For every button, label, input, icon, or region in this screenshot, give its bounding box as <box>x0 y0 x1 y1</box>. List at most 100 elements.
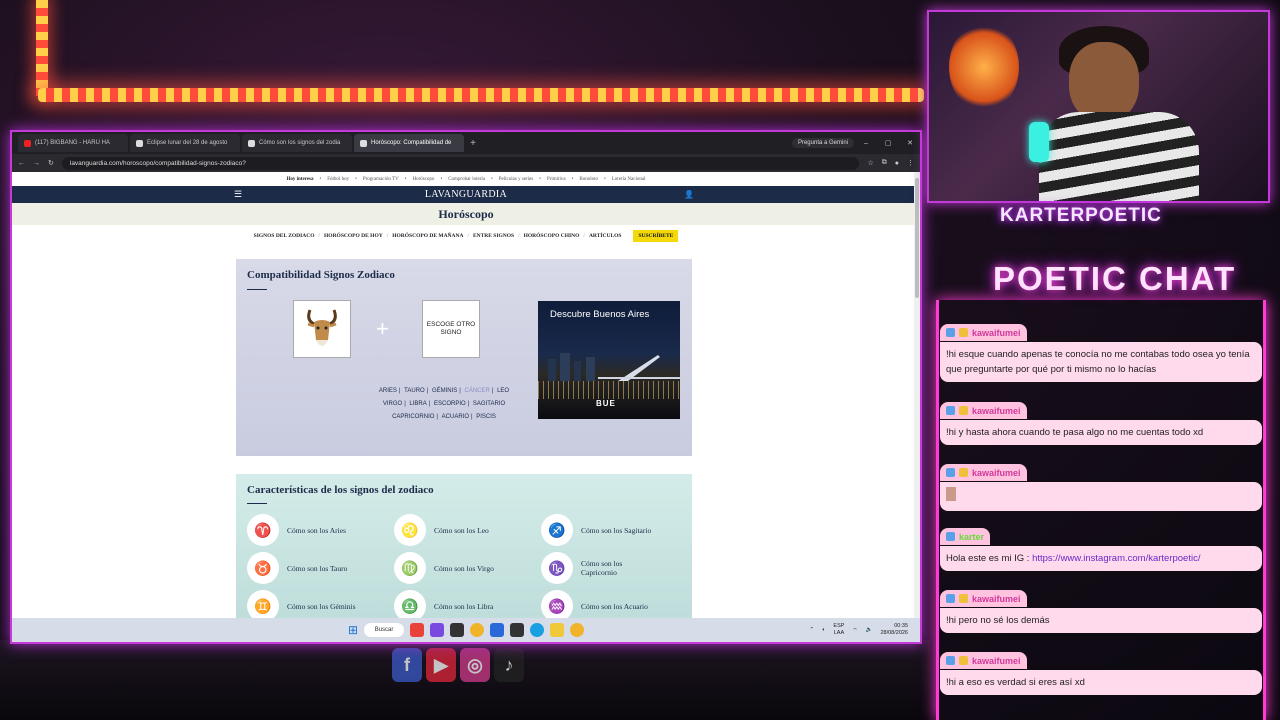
virgo-link[interactable]: ♍ Cómo son los Virgo <box>394 552 544 584</box>
trending-link[interactable]: Comprobar lotería <box>448 177 485 182</box>
sagitario-link[interactable]: ♐ Cómo son los Sagitario <box>541 514 691 546</box>
minimize-button[interactable]: – <box>856 140 876 147</box>
subnav-link[interactable]: HORÓSCOPO CHINO <box>524 233 580 239</box>
page-scrollbar[interactable] <box>914 172 920 620</box>
tab-label: Horóscopo: Compatibilidad de <box>371 140 452 146</box>
libra-link[interactable]: ♎ Cómo son los Libra <box>394 590 544 620</box>
geminis-link[interactable]: ♊ Cómo son los Géminis <box>247 590 397 620</box>
tab-signos[interactable]: Cómo son los signos del zodia <box>242 134 352 152</box>
file-explorer-icon[interactable] <box>550 623 565 637</box>
trending-link[interactable]: Lotería Nacional <box>612 177 646 182</box>
sign-option-capricornio[interactable]: CAPRICORNIO <box>392 414 434 420</box>
forward-icon[interactable]: → <box>33 160 40 167</box>
trending-link[interactable]: Primitiva <box>547 177 566 182</box>
trending-link[interactable]: Fútbol hoy <box>327 177 349 182</box>
username-text: kawaifumei <box>972 655 1021 666</box>
subnav-link[interactable]: HORÓSCOPO DE HOY <box>324 233 383 239</box>
chrome-icon[interactable] <box>570 623 585 637</box>
reload-icon[interactable]: ↻ <box>48 159 54 167</box>
clock-date: 28/08/2026 <box>880 630 908 636</box>
microphone <box>1029 122 1049 162</box>
chevron-up-icon[interactable]: ⌃ <box>809 627 814 633</box>
emote-icon <box>946 487 956 501</box>
site-logo[interactable]: LAVANGUARDIA <box>425 189 507 200</box>
menu-dots-icon[interactable]: ⋮ <box>907 159 914 167</box>
sign-option-tauro[interactable]: TAURO <box>404 388 425 394</box>
buenos-aires-ad[interactable]: Descubre Buenos Aires BUE <box>538 301 680 419</box>
scrollbar-thumb[interactable] <box>915 178 919 298</box>
taskbar-app-icon[interactable] <box>410 623 425 637</box>
sign-option-leo[interactable]: LEO <box>497 388 509 394</box>
tab-eclipse[interactable]: Eclipse lunar del 28 de agosto <box>130 134 240 152</box>
trending-link[interactable]: Bonoloto <box>579 177 598 182</box>
clock-time: 00:35 <box>894 623 908 629</box>
subscribe-button[interactable]: SUSCRÍBETE <box>633 230 679 242</box>
sign-option-libra[interactable]: LIBRA <box>409 401 426 407</box>
badge-icon <box>959 328 968 337</box>
subnav-link[interactable]: HORÓSCOPO DE MAÑANA <box>392 233 463 239</box>
aries-icon: ♈ <box>247 514 279 546</box>
trending-link[interactable]: Programación TV <box>363 177 399 182</box>
tab-bar: (117) BIGBANG - HARU HA Eclipse lunar de… <box>12 132 920 154</box>
volume-icon[interactable]: 🔈 <box>866 627 873 633</box>
leo-link[interactable]: ♌ Cómo son los Leo <box>394 514 544 546</box>
acuario-icon: ♒ <box>541 590 573 620</box>
url-field[interactable]: lavanguardia.com/horoscopo/compatibilida… <box>61 156 860 170</box>
sign-option-acuario[interactable]: ACUARIO <box>442 414 469 420</box>
taskbar-app-icon[interactable] <box>450 623 465 637</box>
username-text: kawaifumei <box>972 327 1021 338</box>
close-button[interactable]: ✕ <box>900 139 920 147</box>
acuario-link[interactable]: ♒ Cómo son los Acuario <box>541 590 691 620</box>
new-tab-button[interactable]: + <box>466 138 480 149</box>
username-text: kawaifumei <box>972 467 1021 478</box>
sign-option-piscis[interactable]: PISCIS <box>476 414 496 420</box>
wifi-icon[interactable]: ⌔ <box>852 627 857 634</box>
sign-option-cancer[interactable]: CÁNCER <box>465 388 490 394</box>
edge-icon[interactable] <box>530 623 545 637</box>
language-indicator[interactable]: ESP LAA <box>833 623 844 637</box>
taskbar-search[interactable]: Buscar <box>364 623 405 637</box>
vanguardia-favicon-icon <box>136 139 143 147</box>
profile-icon[interactable]: ● <box>895 160 899 167</box>
sign-option-escorpio[interactable]: ESCORPIO <box>434 401 466 407</box>
gemini-button[interactable]: Pregunta a Gemini <box>791 138 854 148</box>
user-account-icon[interactable]: 👤 <box>684 190 694 199</box>
libra-icon: ♎ <box>394 590 426 620</box>
instagram-link[interactable]: https://www.instagram.com/karterpoetic/ <box>1032 553 1200 564</box>
trending-link[interactable]: Horóscopo <box>412 177 434 182</box>
chrome-icon[interactable] <box>470 623 485 637</box>
maximize-button[interactable]: ▢ <box>878 139 898 147</box>
back-icon[interactable]: ← <box>18 160 25 167</box>
taskbar-app-icon[interactable] <box>430 623 445 637</box>
subnav-link[interactable]: SIGNOS DEL ZODIACO <box>254 233 315 239</box>
hamburger-menu-icon[interactable]: ☰ <box>234 189 242 200</box>
tray-app-icon[interactable]: ◐ <box>822 627 825 633</box>
bookmark-star-icon[interactable]: ☆ <box>867 159 873 167</box>
username-text: kawaifumei <box>972 405 1021 416</box>
clock[interactable]: 00:35 28/08/2026 <box>880 623 908 637</box>
choose-sign-card[interactable]: ESCOGE OTRO SIGNO <box>422 300 480 358</box>
tauro-link[interactable]: ♉ Cómo son los Tauro <box>247 552 397 584</box>
section-title[interactable]: Horóscopo <box>12 203 920 225</box>
trending-link[interactable]: Películas y series <box>499 177 533 182</box>
facebook-icon: f <box>392 648 422 682</box>
sign-option-sagitario[interactable]: SAGITARIO <box>473 401 505 407</box>
sign-option-geminis[interactable]: GÉMINIS <box>432 388 457 394</box>
extensions-icon[interactable]: ⧉ <box>882 159 887 167</box>
tab-youtube[interactable]: (117) BIGBANG - HARU HA <box>18 134 128 152</box>
capricornio-link[interactable]: ♑ Cómo son los Capricornio <box>541 552 691 584</box>
windows-start-icon[interactable]: ⊞ <box>348 623 358 637</box>
selected-sign-card[interactable] <box>293 300 351 358</box>
subnav-link[interactable]: ARTÍCULOS <box>589 233 622 239</box>
subnav-link[interactable]: ENTRE SIGNOS <box>473 233 514 239</box>
sign-option-virgo[interactable]: VIRGO <box>383 401 402 407</box>
aries-link[interactable]: ♈ Cómo son los Aries <box>247 514 397 546</box>
taskbar-app-icon[interactable] <box>510 623 525 637</box>
sign-option-aries[interactable]: ARIES <box>379 388 397 394</box>
social-icons: f ▶ ◎ ♪ <box>392 648 524 682</box>
characteristics-widget: Características de los signos del zodiac… <box>236 474 692 620</box>
chat-message: kawaifumei !hi pero no sé los demás <box>940 590 1262 633</box>
led-strip-vertical <box>36 0 48 96</box>
tab-compatibilidad[interactable]: Horóscopo: Compatibilidad de <box>354 134 464 152</box>
taskbar-app-icon[interactable] <box>490 623 505 637</box>
